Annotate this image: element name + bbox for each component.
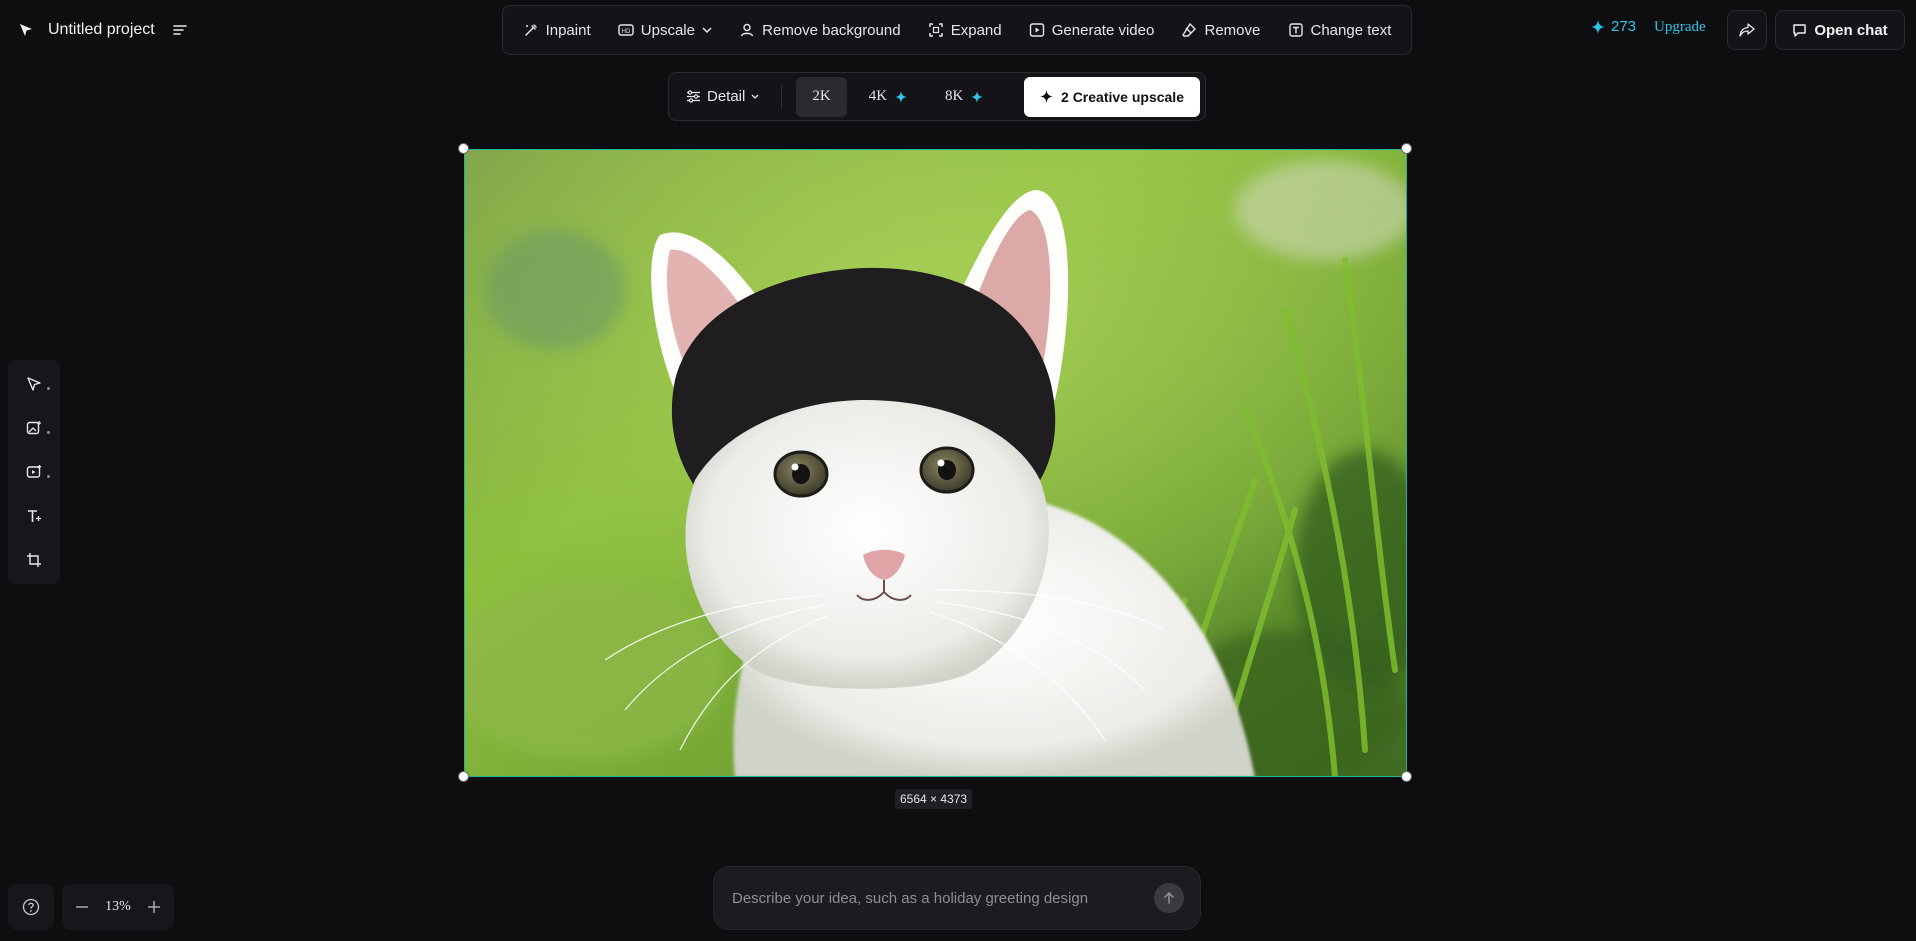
text-box-icon	[1288, 22, 1304, 38]
sparkle-icon	[1591, 19, 1605, 34]
inpaint-label: Inpaint	[545, 21, 591, 39]
zoom-level: 13%	[105, 899, 131, 914]
divider	[781, 83, 783, 110]
edit-toolbar: Inpaint HD Upscale Remove background Exp…	[502, 5, 1412, 55]
prompt-bar	[713, 866, 1201, 930]
resolution-label: 8K	[945, 88, 964, 104]
upscale-label: Upscale	[640, 21, 695, 39]
play-icon	[1029, 22, 1045, 38]
help-icon	[22, 898, 40, 916]
project-title[interactable]: Untitled project	[48, 21, 155, 39]
sparkle-icon	[895, 90, 908, 103]
resolution-4k-option[interactable]: 4K	[853, 77, 923, 117]
share-icon	[1739, 23, 1755, 37]
chat-bubble-icon	[1792, 23, 1807, 38]
help-button[interactable]	[8, 884, 54, 930]
expand-label: Expand	[950, 21, 1002, 39]
resize-handle-bottom-left[interactable]	[458, 771, 469, 782]
add-text-icon	[26, 508, 42, 524]
remove-background-button[interactable]: Remove background	[733, 16, 906, 45]
select-cursor-icon	[26, 376, 42, 392]
crop-frame-icon	[26, 552, 42, 568]
select-tool[interactable]	[16, 372, 52, 396]
zoom-control: 13%	[62, 884, 174, 930]
sparkle-icon	[1040, 90, 1054, 103]
add-video-icon	[26, 464, 42, 480]
kitten-photo	[465, 150, 1406, 776]
zoom-out-button[interactable]	[72, 897, 92, 917]
expand-button[interactable]: Expand	[922, 16, 1008, 45]
resolution-label: 4K	[868, 88, 888, 104]
submenu-indicator	[47, 475, 50, 478]
left-tool-rail	[8, 360, 60, 584]
menu-icon[interactable]	[169, 19, 191, 41]
send-button[interactable]	[1154, 883, 1184, 913]
chevron-down-icon	[751, 94, 759, 99]
sliders-icon	[686, 90, 701, 103]
remove-background-label: Remove background	[762, 21, 901, 39]
credits-value: 273	[1611, 18, 1637, 35]
add-video-tool[interactable]	[16, 460, 52, 484]
image-dimensions-label: 6564 × 4373	[895, 789, 973, 809]
add-image-icon	[26, 420, 42, 436]
zoom-in-button[interactable]	[144, 897, 164, 917]
upscale-dropdown[interactable]: HD Upscale	[612, 16, 718, 45]
share-button[interactable]	[1727, 10, 1767, 50]
submenu-indicator	[47, 431, 50, 434]
resize-handle-top-right[interactable]	[1401, 143, 1412, 154]
open-chat-button[interactable]: Open chat	[1775, 10, 1905, 50]
credits-counter[interactable]: 273	[1591, 18, 1636, 35]
remove-button[interactable]: Remove	[1175, 16, 1266, 45]
submenu-indicator	[47, 387, 50, 390]
add-text-tool[interactable]	[16, 504, 52, 528]
detail-label: Detail	[707, 88, 746, 105]
resize-handle-bottom-right[interactable]	[1401, 771, 1412, 782]
generate-video-label: Generate video	[1051, 21, 1155, 39]
resolution-2k-option[interactable]: 2K	[796, 76, 847, 117]
resolution-8k-option[interactable]: 8K	[929, 77, 999, 117]
prompt-input[interactable]	[732, 889, 1154, 907]
resolution-label: 2K	[812, 88, 831, 104]
person-icon	[739, 22, 755, 38]
upgrade-link[interactable]: Upgrade	[1654, 19, 1706, 36]
arrow-up-icon	[1164, 892, 1174, 904]
inpaint-icon	[523, 22, 539, 38]
frame-tool[interactable]	[16, 548, 52, 572]
upscale-icon: HD	[618, 23, 634, 37]
change-text-button[interactable]: Change text	[1282, 16, 1398, 45]
sparkle-icon	[971, 90, 984, 103]
generate-video-button[interactable]: Generate video	[1023, 16, 1161, 45]
detail-dropdown[interactable]: Detail	[674, 77, 771, 117]
open-chat-label: Open chat	[1814, 21, 1888, 39]
upscale-options-bar: Detail 2K 4K 8K 2 Creative upscale	[668, 72, 1206, 121]
change-text-label: Change text	[1310, 21, 1392, 39]
svg-text:HD: HD	[621, 29, 630, 35]
resize-handle-top-left[interactable]	[458, 143, 469, 154]
creative-upscale-button[interactable]: 2 Creative upscale	[1024, 76, 1200, 117]
eraser-icon	[1181, 22, 1197, 38]
creative-upscale-label: 2 Creative upscale	[1061, 88, 1184, 105]
expand-icon	[928, 22, 944, 38]
logo-icon[interactable]	[18, 22, 34, 38]
canvas-image[interactable]	[464, 149, 1407, 777]
add-image-tool[interactable]	[16, 416, 52, 440]
project-header: Untitled project	[18, 14, 191, 46]
inpaint-button[interactable]: Inpaint	[517, 16, 597, 45]
remove-label: Remove	[1204, 21, 1261, 39]
chevron-down-icon	[702, 27, 712, 33]
